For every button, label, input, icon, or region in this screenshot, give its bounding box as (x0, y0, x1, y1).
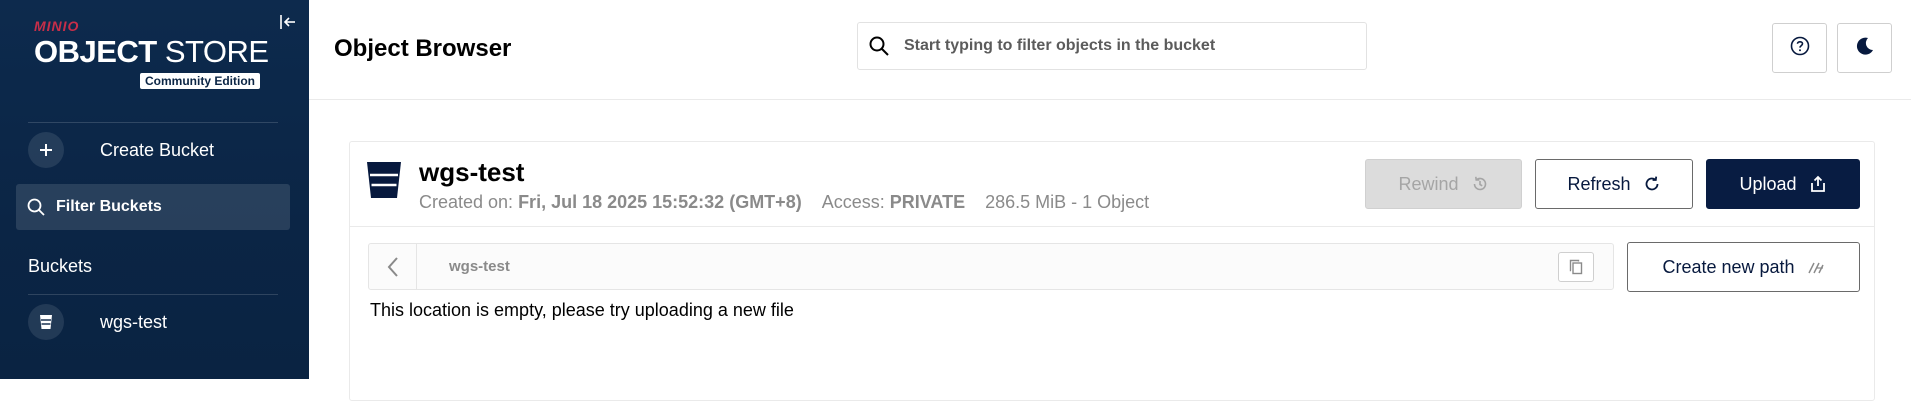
rewind-button[interactable]: Rewind (1365, 159, 1522, 209)
header: Object Browser (309, 0, 1911, 100)
create-new-path-button[interactable]: Create new path (1627, 242, 1860, 292)
bucket-icon (28, 304, 64, 340)
collapse-sidebar-icon[interactable] (278, 12, 298, 32)
chevron-left-icon (387, 256, 398, 277)
sidebar-divider (28, 294, 278, 295)
created-value: Fri, Jul 18 2025 15:52:32 (GMT+8) (518, 192, 802, 212)
search-input[interactable] (904, 37, 1344, 55)
search-icon (868, 35, 890, 57)
access-label: Access: (821, 192, 890, 212)
sidebar: MINIO OBJECT STORE Community Edition Cre… (0, 0, 309, 379)
refresh-icon (1645, 176, 1658, 191)
refresh-label: Refresh (1567, 173, 1631, 194)
breadcrumb-item[interactable]: wgs-test (449, 258, 510, 275)
create-bucket-label: Create Bucket (100, 139, 215, 160)
copy-path-button[interactable] (1558, 252, 1594, 282)
logo-title: OBJECT STORE (34, 34, 269, 69)
new-path-icon (1807, 262, 1824, 274)
create-bucket-button[interactable]: Create Bucket (16, 130, 290, 170)
search-bar[interactable] (857, 22, 1367, 70)
upload-icon (1810, 175, 1825, 192)
sidebar-item-bucket[interactable]: wgs-test (16, 302, 290, 342)
buckets-section-label: Buckets (28, 256, 93, 276)
filter-buckets-label: Filter Buckets (56, 198, 162, 215)
dark-mode-button[interactable] (1837, 23, 1892, 73)
logo-edition: Community Edition (140, 73, 260, 89)
rewind-label: Rewind (1398, 173, 1459, 194)
sidebar-divider (28, 122, 278, 123)
create-new-path-label: Create new path (1662, 256, 1795, 277)
size-summary: 286.5 MiB - 1 Object (985, 192, 1150, 212)
bucket-meta: Created on: Fri, Jul 18 2025 15:52:32 (G… (419, 192, 1149, 213)
upload-label: Upload (1739, 173, 1797, 194)
created-label: Created on: (419, 192, 519, 212)
empty-state-message: This location is empty, please try uploa… (370, 300, 794, 320)
plus-icon (28, 132, 64, 168)
bucket-icon (366, 160, 402, 200)
breadcrumb: wgs-test (368, 243, 1614, 290)
filter-buckets-input[interactable]: Filter Buckets (16, 184, 290, 230)
copy-icon (1569, 259, 1583, 275)
bucket-header: wgs-test Created on: Fri, Jul 18 2025 15… (350, 142, 1874, 227)
upload-button[interactable]: Upload (1706, 159, 1860, 209)
logo-brand: MINIO (34, 18, 80, 34)
search-icon (26, 197, 46, 217)
help-icon (1790, 36, 1810, 61)
rewind-icon (1473, 176, 1486, 191)
help-button[interactable] (1772, 23, 1827, 73)
bucket-panel: wgs-test Created on: Fri, Jul 18 2025 15… (349, 141, 1875, 401)
dark-mode-icon (1855, 36, 1875, 61)
sidebar-item-label: wgs-test (100, 311, 168, 332)
back-button[interactable] (369, 244, 417, 289)
bucket-name: wgs-test (419, 157, 525, 187)
access-value: PRIVATE (889, 192, 966, 212)
refresh-button[interactable]: Refresh (1535, 159, 1693, 209)
logo: MINIO OBJECT STORE Community Edition (34, 18, 274, 89)
page-title: Object Browser (334, 35, 512, 62)
